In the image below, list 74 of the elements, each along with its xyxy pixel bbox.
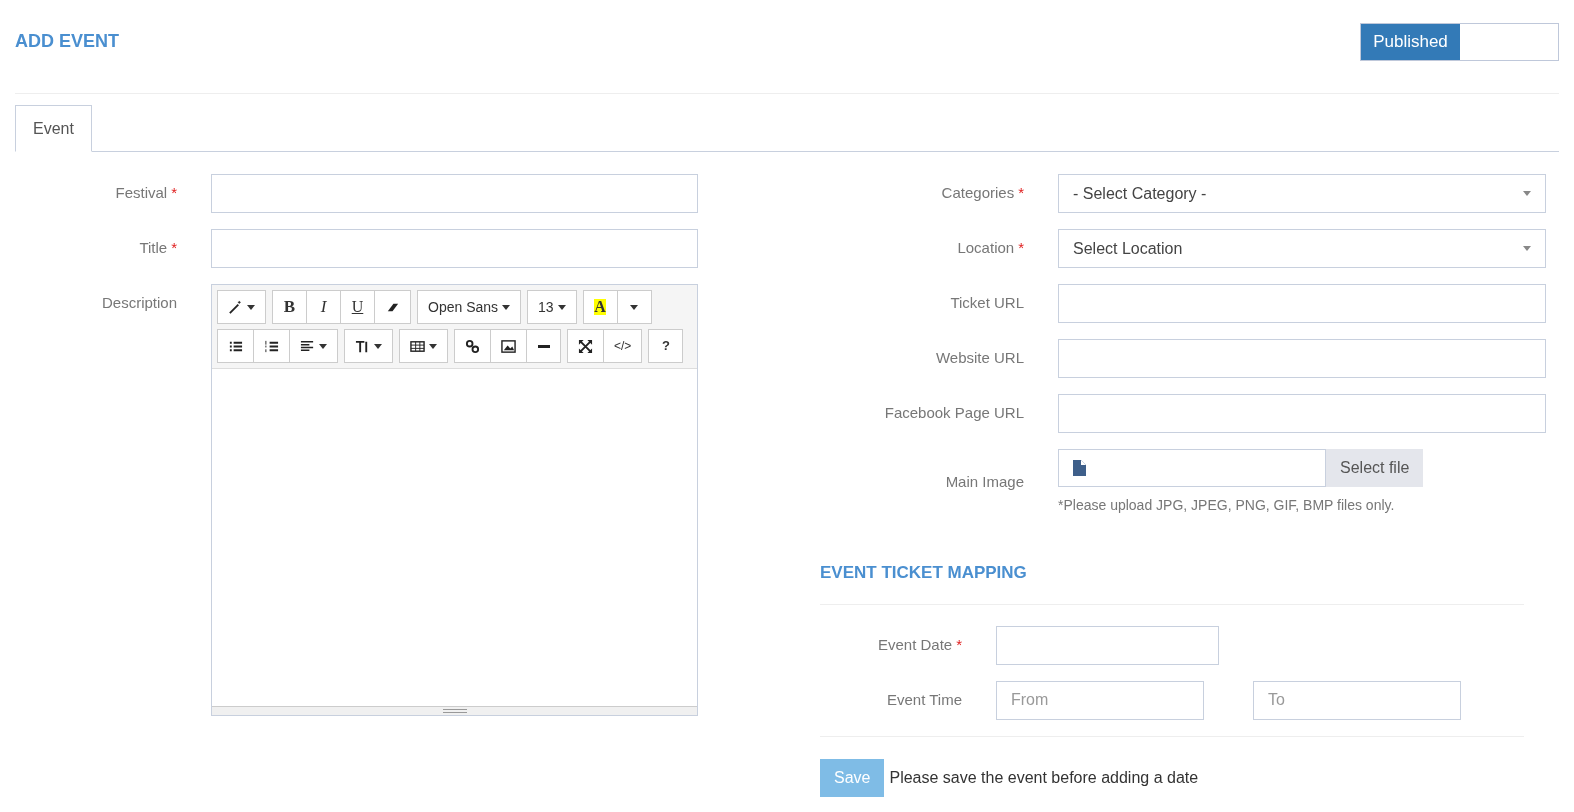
toolbar-button[interactable]: I	[306, 290, 341, 324]
text-input[interactable]	[1058, 284, 1546, 323]
toolbar-button[interactable]	[217, 329, 254, 363]
toolbar-button[interactable]: ?	[648, 329, 684, 363]
caret-icon	[557, 304, 566, 310]
field-label: Description	[101, 293, 177, 313]
field-label: Ticket URL	[950, 293, 1024, 314]
text-editor[interactable]: B I U Open Sans 13 A </> ?	[211, 284, 698, 716]
page-title: ADD EVENT	[15, 30, 119, 53]
field-label: Main Image	[945, 472, 1024, 493]
select-file-button[interactable]: Select file	[1326, 449, 1424, 487]
toolbar-button[interactable]: B	[272, 290, 307, 324]
section-title: EVENT TICKET MAPPING	[820, 560, 1524, 605]
toolbar-button[interactable]	[344, 329, 393, 363]
toolbar-button[interactable]	[217, 290, 266, 324]
toolbar-button[interactable]: A	[582, 290, 618, 324]
select-dropdown[interactable]: Select Location	[1058, 229, 1546, 268]
time-from-input[interactable]: From	[996, 680, 1204, 720]
field-label: Categories	[941, 183, 1015, 204]
picture-icon	[501, 338, 516, 354]
caret-icon	[502, 304, 511, 310]
toolbar-button[interactable]	[253, 329, 290, 363]
text-input[interactable]	[211, 174, 698, 213]
date-input[interactable]	[996, 625, 1219, 665]
save-note: Please save the event before adding a date	[889, 767, 1199, 788]
toolbar-button[interactable]: Open Sans	[417, 290, 522, 324]
required-asterisk: *	[956, 634, 962, 655]
toolbar-button[interactable]	[289, 329, 338, 363]
toolbar-button[interactable]	[526, 329, 561, 363]
file-input[interactable]	[1058, 449, 1326, 487]
upload-hint: *Please upload JPG, JPEG, PNG, GIF, BMP files only.	[1058, 496, 1396, 515]
toolbar-button[interactable]	[567, 329, 604, 363]
time-to-input[interactable]: To	[1253, 680, 1461, 720]
field-label: Facebook Page URL	[884, 403, 1024, 424]
field-label: Event Time	[886, 689, 962, 710]
document-icon	[1073, 460, 1086, 476]
toolbar-button[interactable]: 13	[527, 290, 577, 324]
caret-icon	[319, 343, 327, 349]
field-label: Festival	[115, 183, 168, 204]
caret-icon	[374, 343, 382, 349]
align-left-icon	[300, 338, 315, 354]
field-label: Website URL	[935, 348, 1024, 369]
magic-wand-icon	[228, 299, 243, 315]
required-asterisk: *	[1018, 238, 1024, 259]
select-dropdown[interactable]: - Select Category -	[1058, 174, 1546, 213]
caret-icon	[247, 304, 255, 310]
toolbar-button[interactable]	[374, 290, 411, 324]
toolbar-button[interactable]: </>	[603, 329, 643, 363]
numbered-list-icon	[264, 338, 279, 354]
caret-icon	[630, 304, 639, 310]
table-icon	[410, 338, 425, 354]
required-asterisk: *	[171, 183, 177, 204]
caret-icon	[1523, 191, 1531, 196]
text-input[interactable]	[1058, 339, 1546, 378]
caret-icon	[1523, 246, 1531, 251]
toolbar-button[interactable]: U	[340, 290, 375, 324]
text-input[interactable]	[1058, 394, 1546, 433]
caret-icon	[429, 343, 437, 349]
field-label: Title	[139, 238, 168, 259]
toolbar-button[interactable]	[454, 329, 491, 363]
required-asterisk: *	[171, 238, 177, 259]
toolbar-button[interactable]	[490, 329, 527, 363]
toolbar-button[interactable]	[399, 329, 448, 363]
field-label: Location	[957, 238, 1015, 259]
horizontal-rule-icon	[537, 344, 550, 348]
text-input[interactable]	[211, 229, 698, 268]
tab[interactable]: Event	[15, 105, 92, 152]
text-height-icon	[355, 338, 370, 354]
published-toggle[interactable]: Published	[1360, 23, 1559, 61]
field-label: Event Date	[877, 634, 953, 655]
required-asterisk: *	[1018, 183, 1024, 204]
resize-handle[interactable]	[442, 709, 467, 713]
link-icon	[465, 338, 480, 354]
fullscreen-icon	[578, 338, 593, 354]
